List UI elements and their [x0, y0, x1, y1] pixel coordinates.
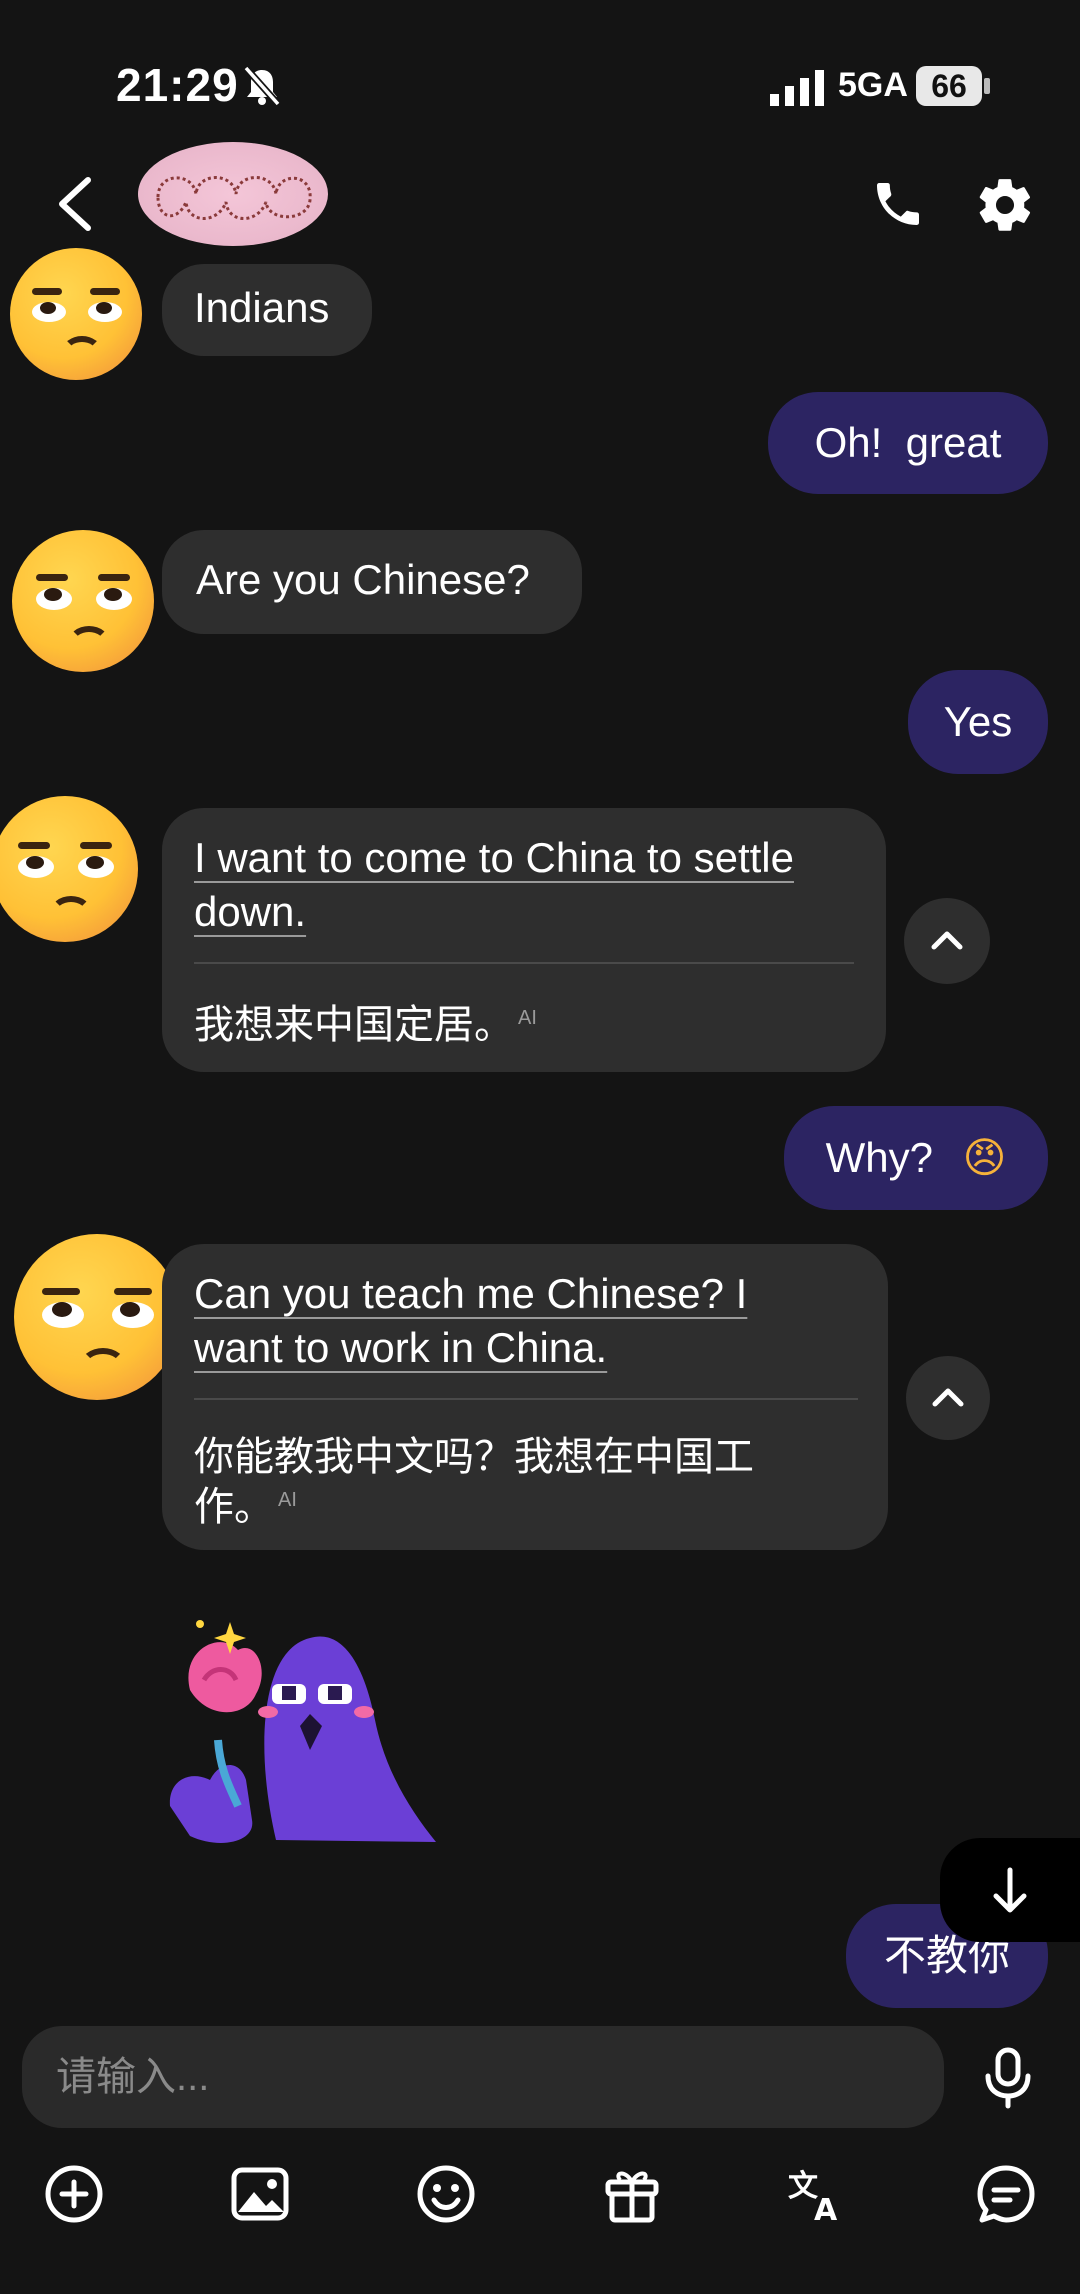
gift-button[interactable] [600, 2162, 664, 2226]
message-text: Why? [825, 1134, 933, 1181]
message-text-line: want to work in China. [194, 1324, 608, 1371]
message-text: Indians [194, 284, 330, 331]
message-text: Are you Chinese? [196, 556, 530, 603]
signal-icon [768, 70, 828, 113]
message-text-line: down. [194, 888, 307, 935]
translation-text: 我想来中国定居。 AI [194, 992, 537, 1050]
ai-tag: AI [518, 1006, 537, 1029]
add-button[interactable] [42, 2162, 106, 2226]
microphone-icon [985, 2047, 1031, 2109]
svg-text:A: A [814, 2193, 838, 2226]
message-text-line: I want to come to China to settle [194, 834, 794, 881]
chevron-left-icon [59, 177, 91, 231]
sender-avatar[interactable] [0, 796, 138, 942]
angry-face-emoji: 😠 [962, 1133, 1007, 1182]
arrow-down-icon [993, 1867, 1027, 1913]
incoming-message[interactable]: Indians [162, 264, 372, 356]
gear-icon [979, 179, 1031, 231]
chat-button[interactable] [974, 2162, 1038, 2226]
phone-icon [877, 183, 919, 225]
smiley-icon [417, 2165, 475, 2223]
chat-icon [977, 2165, 1035, 2223]
translation-divider [194, 962, 854, 964]
sticker-message[interactable] [160, 1610, 440, 1850]
collapse-translation-button[interactable] [904, 898, 990, 984]
translation-label: 作。 [194, 1485, 274, 1529]
emoji-button[interactable] [414, 2162, 478, 2226]
translate-icon: 文 A [788, 2169, 838, 2228]
voice-button[interactable] [978, 2046, 1038, 2115]
gift-icon [605, 2171, 659, 2223]
message-text: Oh! great [814, 419, 1002, 466]
message-text-line1: Can you teach me Chinese? I [194, 1270, 748, 1317]
contact-avatar-redacted[interactable] [138, 142, 328, 246]
message-text-line: Can you teach me Chinese? I [194, 1270, 747, 1318]
sender-avatar[interactable] [12, 530, 154, 672]
sender-avatar[interactable] [14, 1234, 180, 1400]
purple-ghost-with-rose-sticker [169, 1620, 436, 1843]
translation-text: 作。 AI [194, 1474, 297, 1532]
scroll-to-bottom-button[interactable] [940, 1838, 1080, 1942]
image-icon [231, 2167, 289, 2221]
incoming-message[interactable]: Are you Chinese? [162, 530, 582, 634]
translate-button[interactable]: 文 A [786, 2162, 850, 2228]
outgoing-message[interactable]: Yes [908, 670, 1048, 774]
message-text: Yes [943, 698, 1013, 745]
settings-button[interactable] [974, 174, 1036, 236]
message-input[interactable]: 请输入... [22, 2026, 944, 2128]
scribble-icon [156, 176, 312, 220]
battery-indicator: 66 [916, 66, 982, 106]
mute-icon [243, 65, 281, 111]
image-button[interactable] [228, 2162, 292, 2226]
call-button[interactable] [870, 176, 926, 232]
translation-label: 我想来中国定居。 [194, 1003, 514, 1047]
network-label: 5GA [838, 66, 908, 104]
plus-circle-icon [45, 2165, 103, 2223]
incoming-message-translated[interactable]: Can you teach me Chinese? I want to work… [162, 1244, 888, 1550]
collapse-translation-button[interactable] [906, 1356, 990, 1440]
translation-divider [194, 1398, 858, 1400]
ai-tag: AI [278, 1488, 297, 1511]
sender-avatar[interactable] [10, 248, 142, 380]
chevron-up-icon [932, 1388, 964, 1407]
incoming-message-translated[interactable]: I want to come to China to settle down. … [162, 808, 886, 1072]
back-button[interactable] [52, 174, 96, 234]
status-time: 21:29 [116, 59, 239, 111]
input-placeholder: 请输入... [56, 2055, 210, 2099]
chevron-up-icon [931, 931, 963, 950]
battery-tip [984, 78, 990, 94]
outgoing-message[interactable]: Oh! great [768, 392, 1048, 494]
outgoing-message[interactable]: Why? 😠 [784, 1106, 1048, 1210]
